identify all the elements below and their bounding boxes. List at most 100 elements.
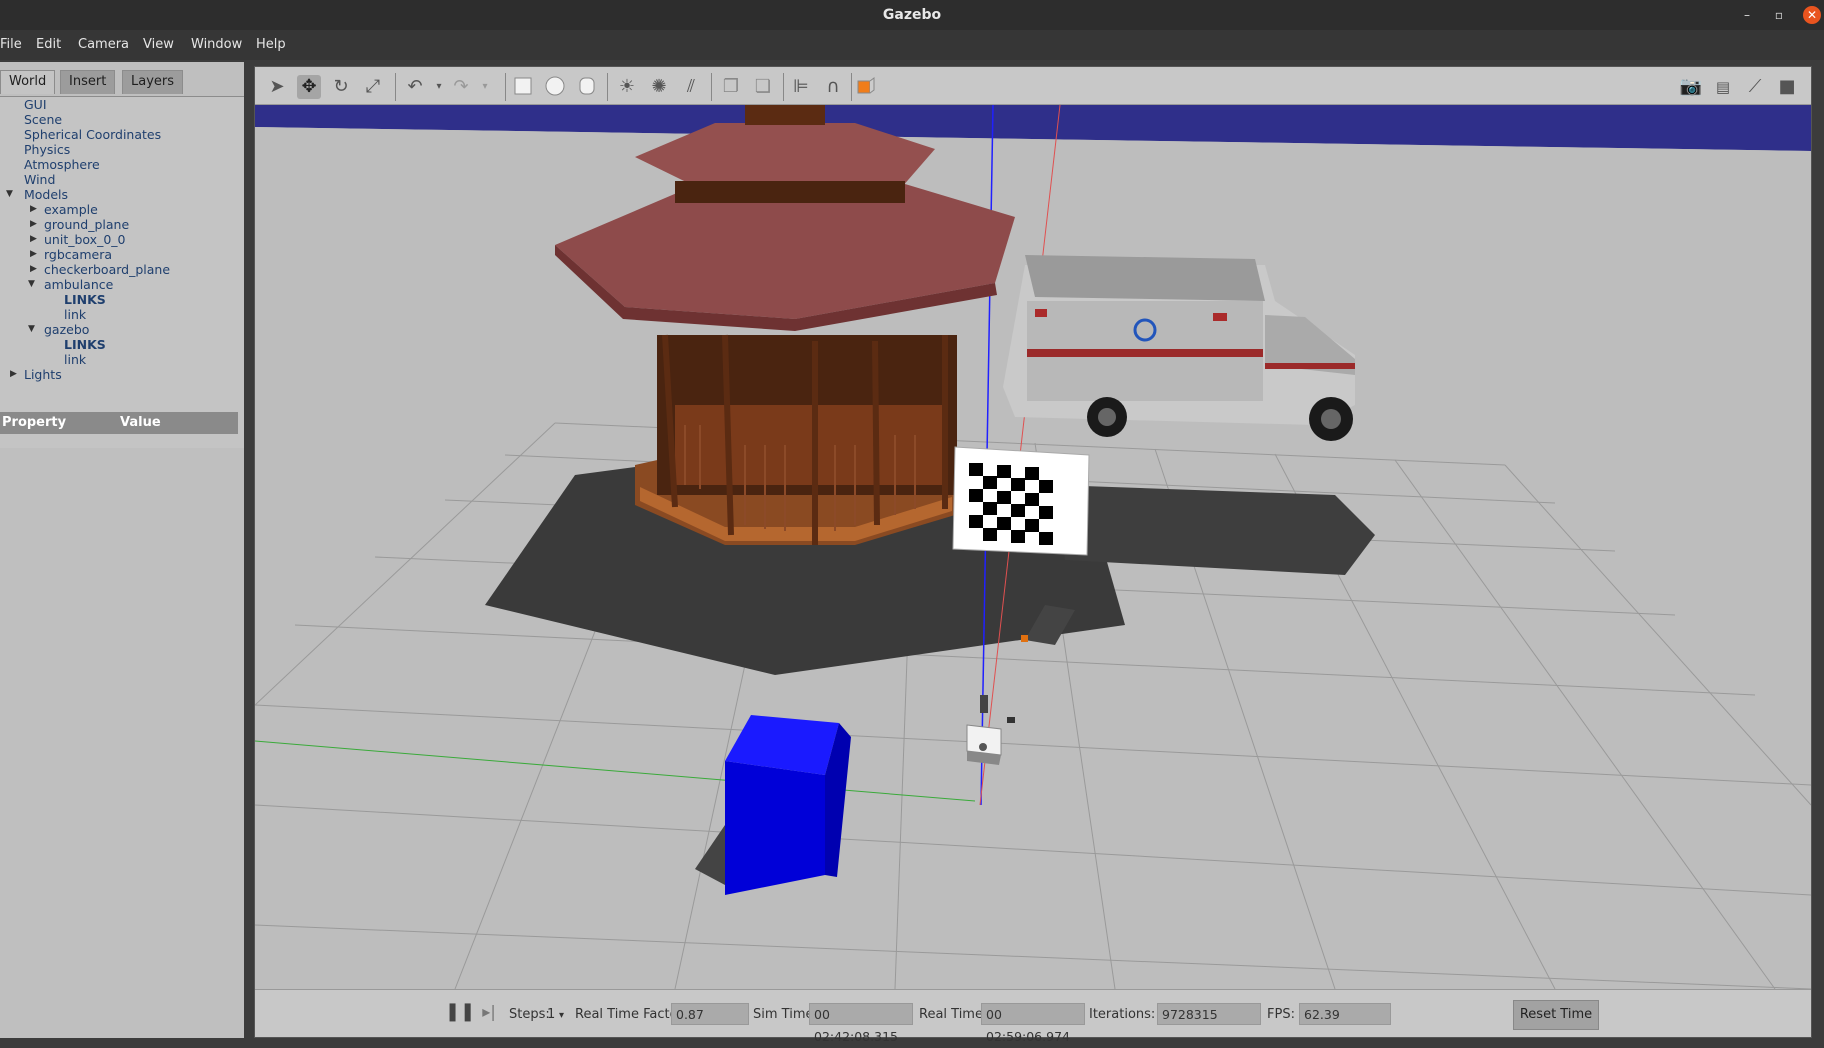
title-bar: Gazebo – ▫ ✕	[0, 0, 1824, 30]
tree-item-gui[interactable]: GUI	[24, 97, 47, 112]
chevron-down-icon[interactable]: ▾	[427, 75, 451, 99]
chevron-down-icon[interactable]: ▾	[559, 1010, 564, 1021]
tree-item-gazebo-link[interactable]: link	[64, 352, 86, 367]
panel-splitter[interactable]	[244, 62, 254, 1038]
world-tree: GUI Scene Spherical Coordinates Physics …	[0, 96, 244, 448]
view-angle-icon[interactable]	[855, 75, 879, 99]
tree-item-checkerboard-plane[interactable]: checkerboard_plane	[44, 262, 170, 277]
directional-light-icon[interactable]: ⫽	[679, 75, 703, 99]
tab-world[interactable]: World	[0, 70, 56, 94]
step-icon[interactable]: ▸|	[477, 1000, 501, 1024]
tree-item-links-header: LINKS	[64, 337, 106, 352]
menu-camera[interactable]: Camera	[78, 37, 129, 52]
tree-item-models[interactable]: Models	[24, 187, 68, 202]
tree-item-rgbcamera[interactable]: rgbcamera	[44, 247, 112, 262]
box-icon[interactable]	[511, 75, 535, 99]
fps-label: FPS:	[1267, 1007, 1295, 1022]
expand-right-icon[interactable]: ▶	[30, 219, 37, 229]
left-panel: World Insert Layers GUI Scene Spherical …	[0, 62, 244, 1038]
expand-right-icon[interactable]: ▶	[10, 369, 17, 379]
select-arrow-icon[interactable]: ➤	[265, 75, 289, 99]
pause-icon[interactable]: ❚❚	[445, 1000, 475, 1024]
spot-light-icon[interactable]: ✺	[647, 75, 671, 99]
expand-down-icon[interactable]: ▼	[28, 279, 35, 289]
menu-window[interactable]: Window	[191, 37, 242, 52]
real-time-label: Real Time:	[919, 1007, 988, 1022]
steps-label: Steps:	[509, 1007, 550, 1022]
tree-item-spherical-coordinates[interactable]: Spherical Coordinates	[24, 127, 161, 142]
3d-scene-viewport[interactable]	[255, 105, 1811, 989]
orange-marker	[1021, 635, 1028, 642]
steps-value[interactable]: 1	[547, 1007, 555, 1022]
tree-item-ambulance-link[interactable]: link	[64, 307, 86, 322]
paste-icon[interactable]: ❏	[751, 75, 775, 99]
undo-icon[interactable]: ↶	[403, 75, 427, 99]
toolbar-separator	[505, 73, 506, 101]
tree-item-example[interactable]: example	[44, 202, 98, 217]
menu-view[interactable]: View	[143, 37, 174, 52]
sphere-icon[interactable]	[543, 75, 567, 99]
rotate-icon[interactable]: ↻	[329, 75, 353, 99]
toolbar-separator	[711, 73, 712, 101]
point-light-icon[interactable]: ☀	[615, 75, 639, 99]
toolbar: ➤ ✥ ↻ ⤢ ↶ ▾ ↷ ▾ ☀ ✺ ⫽ ❐ ❏ ⊫ ∩ 📷 ▤ ⟋ ■	[255, 67, 1811, 105]
record-video-icon[interactable]: ■	[1775, 75, 1799, 99]
tree-item-ambulance[interactable]: ambulance	[44, 277, 113, 292]
log-icon[interactable]: ▤	[1711, 75, 1735, 99]
align-icon[interactable]: ⊫	[789, 75, 813, 99]
redo-icon[interactable]: ↷	[449, 75, 473, 99]
reset-time-button[interactable]: Reset Time	[1513, 1000, 1599, 1030]
tree-item-lights[interactable]: Lights	[24, 367, 62, 382]
close-icon[interactable]: ✕	[1803, 6, 1821, 24]
tree-item-physics[interactable]: Physics	[24, 142, 70, 157]
plot-icon[interactable]: ⟋	[1743, 75, 1767, 99]
maximize-icon[interactable]: ▫	[1770, 6, 1788, 24]
expand-down-icon[interactable]: ▼	[28, 324, 35, 334]
expand-right-icon[interactable]: ▶	[30, 249, 37, 259]
translate-icon[interactable]: ✥	[297, 75, 321, 99]
tree-item-links-header: LINKS	[64, 292, 106, 307]
screenshot-icon[interactable]: 📷	[1679, 75, 1703, 99]
simulation-status-bar: ❚❚ ▸| Steps: 1 ▾ Real Time Factor: 0.87 …	[255, 989, 1811, 1044]
tree-item-gazebo[interactable]: gazebo	[44, 322, 89, 337]
fps-value: 62.39	[1299, 1003, 1391, 1025]
menu-bar: File Edit Camera View Window Help	[0, 30, 1824, 60]
minimize-icon[interactable]: –	[1738, 6, 1756, 24]
snap-icon[interactable]: ∩	[821, 75, 845, 99]
tree-item-unit-box[interactable]: unit_box_0_0	[44, 232, 125, 247]
sim-time-value: 00 02:42:08.315	[809, 1003, 913, 1044]
menu-help[interactable]: Help	[256, 37, 286, 52]
cylinder-icon[interactable]	[575, 75, 599, 99]
property-table-header: Property Value	[0, 412, 238, 434]
iterations-label: Iterations:	[1089, 1007, 1156, 1022]
toolbar-separator	[395, 73, 396, 101]
copy-icon[interactable]: ❐	[719, 75, 743, 99]
value-column-header: Value	[120, 415, 161, 430]
scale-icon[interactable]: ⤢	[361, 75, 385, 99]
tab-layers[interactable]: Layers	[122, 70, 184, 94]
render-view: ➤ ✥ ↻ ⤢ ↶ ▾ ↷ ▾ ☀ ✺ ⫽ ❐ ❏ ⊫ ∩ 📷 ▤ ⟋ ■ ❚❚…	[254, 66, 1812, 1044]
tab-insert[interactable]: Insert	[60, 70, 116, 94]
scene-render	[255, 105, 1811, 989]
tree-item-atmosphere[interactable]: Atmosphere	[24, 157, 100, 172]
tree-item-wind[interactable]: Wind	[24, 172, 55, 187]
ambulance-shadow	[1055, 485, 1375, 575]
menu-file[interactable]: File	[0, 37, 22, 52]
checkerboard-plane-model	[952, 446, 1090, 556]
toolbar-separator	[607, 73, 608, 101]
toolbar-separator	[851, 73, 852, 101]
menu-edit[interactable]: Edit	[36, 37, 61, 52]
toolbar-separator	[783, 73, 784, 101]
property-column-header: Property	[2, 415, 67, 430]
small-object	[1007, 717, 1015, 723]
window-title: Gazebo	[882, 7, 942, 23]
expand-right-icon[interactable]: ▶	[30, 204, 37, 214]
chevron-down-icon[interactable]: ▾	[473, 75, 497, 99]
iterations-value: 9728315	[1157, 1003, 1261, 1025]
expand-down-icon[interactable]: ▼	[6, 189, 13, 199]
expand-right-icon[interactable]: ▶	[30, 234, 37, 244]
real-time-value: 00 02:59:06.974	[981, 1003, 1085, 1044]
tree-item-scene[interactable]: Scene	[24, 112, 62, 127]
expand-right-icon[interactable]: ▶	[30, 264, 37, 274]
tree-item-ground-plane[interactable]: ground_plane	[44, 217, 129, 232]
